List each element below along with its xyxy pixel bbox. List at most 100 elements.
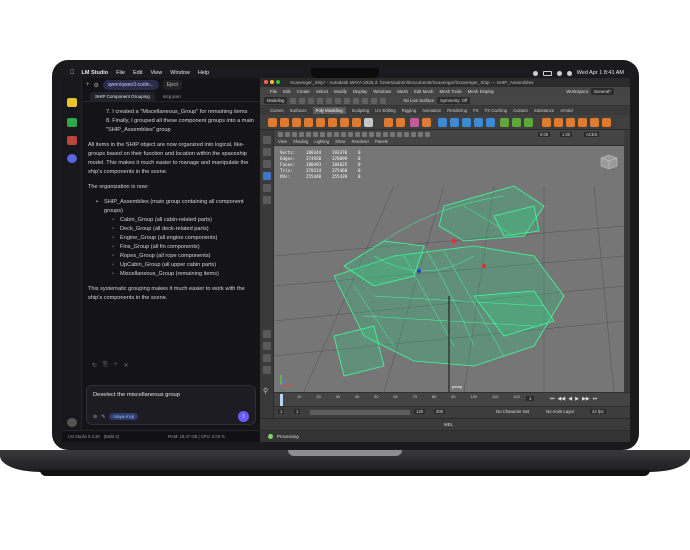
side-panel-tabs[interactable] — [624, 130, 630, 392]
maya-menu-mesh-tools[interactable]: Mesh Tools — [439, 89, 461, 94]
go-to-start-icon[interactable]: ⏮ — [550, 396, 555, 402]
download-icon[interactable] — [67, 418, 77, 427]
tab-mcp-json[interactable]: mcp.json — [158, 92, 186, 101]
smooth-shade-icon[interactable] — [355, 132, 360, 137]
svg-tool-icon[interactable] — [422, 118, 431, 127]
attach-icon[interactable]: ⊘ — [93, 414, 97, 420]
multicut-icon[interactable] — [500, 118, 509, 127]
range-end-field[interactable]: 200 — [434, 409, 446, 414]
perspective-viewport[interactable]: Verts: 188344 193370 0 Edges: 374920 378099 0 … — [274, 146, 624, 392]
wifi-icon[interactable] — [532, 70, 538, 76]
battery-icon[interactable] — [542, 70, 552, 76]
snap-view-icon[interactable] — [380, 97, 387, 104]
shelf-tab-substance[interactable]: Substance — [534, 108, 554, 113]
shelf-tab-fx[interactable]: FX — [473, 108, 479, 113]
panel-menu-shading[interactable]: Shading — [293, 139, 308, 144]
layout-outliner-icon[interactable] — [263, 366, 271, 374]
maya-menu-edit[interactable]: Edit — [283, 89, 291, 94]
branch-icon[interactable]: ⑂ — [114, 362, 118, 369]
maya-menu-create[interactable]: Create — [297, 89, 310, 94]
range-start-field[interactable]: 1 — [278, 409, 285, 414]
mirror-icon[interactable] — [542, 118, 551, 127]
move-tool-icon[interactable] — [263, 172, 271, 180]
models-icon[interactable] — [67, 136, 77, 145]
poly-platonic-icon[interactable] — [352, 118, 361, 127]
textured-icon[interactable] — [362, 132, 367, 137]
go-to-end-icon[interactable]: ⏭ — [593, 396, 598, 402]
ship-wireframe[interactable] — [274, 146, 624, 392]
isolate-select-icon[interactable] — [404, 132, 409, 137]
anti-alias-icon[interactable] — [397, 132, 402, 137]
model-selector[interactable]: qwen/qwen3-codin... — [102, 80, 159, 90]
snap-point-icon[interactable] — [371, 97, 378, 104]
maya-menu-file[interactable]: File — [270, 89, 277, 94]
lights-icon[interactable] — [369, 132, 374, 137]
chat-icon[interactable] — [67, 98, 77, 107]
folder-icon[interactable] — [290, 97, 297, 104]
poly-plane-icon[interactable] — [328, 118, 337, 127]
range-slider-bar[interactable] — [310, 410, 410, 415]
uv-editor-icon[interactable] — [578, 118, 587, 127]
view-cube-icon[interactable] — [600, 154, 618, 170]
save-icon[interactable] — [299, 97, 306, 104]
maya-menu-select[interactable]: Select — [316, 89, 328, 94]
time-slider[interactable]: 1 10 20 30 40 50 60 70 80 90 100 110 120… — [274, 392, 630, 406]
image-plane-icon[interactable] — [299, 132, 304, 137]
lasso-tool-icon[interactable] — [263, 148, 271, 156]
ambient-occlusion-icon[interactable] — [383, 132, 388, 137]
safe-action-icon[interactable] — [341, 132, 346, 137]
control-center-icon[interactable] — [566, 70, 572, 76]
redo-icon[interactable] — [317, 97, 324, 104]
menu-help[interactable]: Help — [198, 70, 209, 76]
extrude-icon[interactable] — [438, 118, 447, 127]
zoom-icon[interactable] — [276, 80, 280, 84]
xray-joints-icon[interactable] — [418, 132, 423, 137]
play-back-icon[interactable]: ◀ — [568, 396, 572, 402]
auto-uv-icon[interactable] — [602, 118, 611, 127]
minimize-icon[interactable] — [270, 80, 274, 84]
poly-cylinder-icon[interactable] — [292, 118, 301, 127]
playback-start-field[interactable]: 1 — [294, 409, 301, 414]
current-frame-field[interactable]: 1 — [526, 396, 535, 401]
motion-blur-icon[interactable] — [390, 132, 395, 137]
connect-icon[interactable] — [524, 118, 533, 127]
play-forward-icon[interactable]: ▶ — [575, 396, 579, 402]
planar-uv-icon[interactable] — [590, 118, 599, 127]
menu-view[interactable]: View — [150, 70, 162, 76]
field-chart-icon[interactable] — [334, 132, 339, 137]
command-line[interactable]: MEL — [260, 418, 630, 430]
maya-menu-windows[interactable]: Windows — [373, 89, 391, 94]
command-language[interactable]: MEL — [444, 422, 453, 427]
film-gate-icon[interactable] — [313, 132, 318, 137]
shelf-tab-rendering[interactable]: Rendering — [447, 108, 467, 113]
layout-four-icon[interactable] — [263, 342, 271, 350]
current-time-marker[interactable] — [280, 394, 283, 406]
gamma-field[interactable]: 1.00 — [560, 132, 573, 137]
shelf-tab-uv-editing[interactable]: UV Editing — [375, 108, 395, 113]
resolution-gate-icon[interactable] — [320, 132, 325, 137]
panel-menu-panels[interactable]: Panels — [375, 139, 388, 144]
step-back-icon[interactable]: ◀◀ — [558, 396, 566, 402]
target-weld-icon[interactable] — [512, 118, 521, 127]
workspace-selector[interactable]: Workspace: General* — [566, 88, 614, 95]
exposure-field[interactable]: 0.00 — [538, 132, 551, 137]
menu-file[interactable]: File — [116, 70, 125, 76]
poly-cone-icon[interactable] — [304, 118, 313, 127]
camera-icon[interactable] — [278, 132, 283, 137]
panel-menu-renderer[interactable]: Renderer — [352, 139, 369, 144]
maya-menu-modify[interactable]: Modify — [334, 89, 347, 94]
clock[interactable]: Wed Apr 1 8:41 AM — [577, 70, 624, 76]
magnifier-icon[interactable]: ⚲ — [263, 388, 271, 396]
bookmark-icon[interactable] — [292, 132, 297, 137]
live-surface[interactable]: No Live Surface — [403, 98, 434, 103]
backface-icon[interactable] — [425, 132, 430, 137]
poly-cube-icon[interactable] — [280, 118, 289, 127]
bevel-icon[interactable] — [462, 118, 471, 127]
snap-grid-icon[interactable] — [353, 97, 360, 104]
shelf-tab-animation[interactable]: Animation — [422, 108, 441, 113]
developer-icon[interactable] — [67, 118, 77, 127]
playback-end-field[interactable]: 120 — [414, 409, 426, 414]
smooth-icon[interactable] — [474, 118, 483, 127]
shelf-tab-rigging[interactable]: Rigging — [402, 108, 417, 113]
tools-icon[interactable]: ✎ — [101, 414, 105, 420]
